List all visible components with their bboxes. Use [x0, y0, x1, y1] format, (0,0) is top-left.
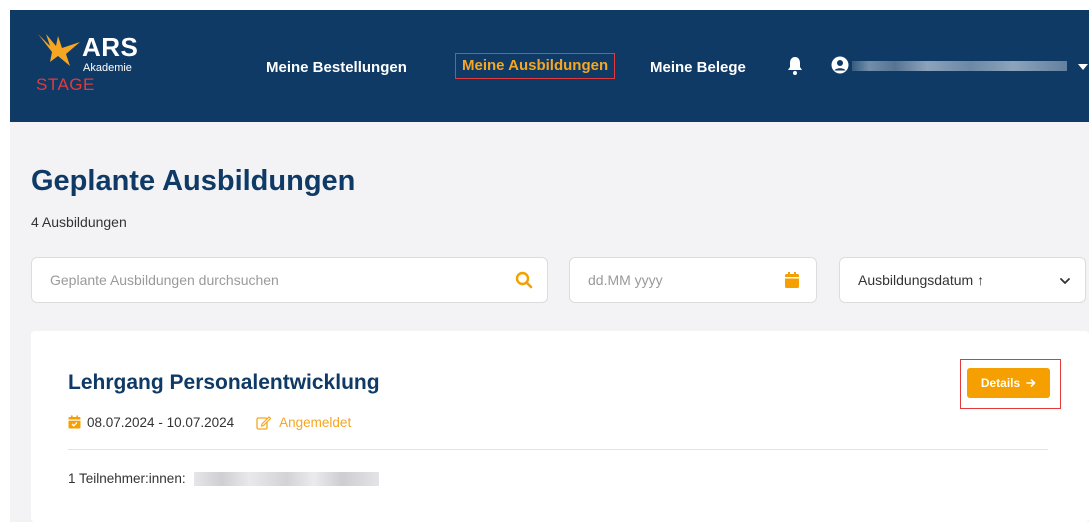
- course-title: Lehrgang Personalentwicklung: [68, 371, 380, 394]
- search-box: [31, 257, 548, 303]
- bell-icon[interactable]: [786, 56, 804, 76]
- main-content: Geplante Ausbildungen 4 Ausbildungen Gep…: [10, 122, 1089, 522]
- ars-logo[interactable]: ARS Akademie STAGE: [36, 32, 156, 102]
- course-card: Lehrgang Personalentwicklung Details 08.…: [31, 331, 1089, 522]
- date-filter: [569, 257, 817, 303]
- user-name-redacted[interactable]: [852, 61, 1067, 71]
- card-divider: [68, 449, 1048, 450]
- participants-label: 1 Teilnehmer:innen:: [68, 471, 186, 486]
- user-circle-icon[interactable]: [831, 56, 849, 74]
- page-title: Geplante Ausbildungen: [31, 165, 356, 197]
- search-input[interactable]: [50, 258, 510, 302]
- participants-row: 1 Teilnehmer:innen:: [68, 471, 379, 486]
- course-dates: 08.07.2024 - 10.07.2024: [87, 414, 235, 430]
- sort-select[interactable]: Ausbildungsdatum ↑: [839, 257, 1086, 303]
- eagle-logo-icon: [38, 34, 80, 66]
- logo-subtitle-text: Akademie: [83, 62, 132, 74]
- details-button-label: Details: [980, 376, 1021, 390]
- nav-meine-bestellungen[interactable]: Meine Bestellungen: [266, 55, 407, 81]
- status-badge: Angemeldet: [279, 414, 352, 430]
- date-input[interactable]: [588, 258, 778, 302]
- course-meta: 08.07.2024 - 10.07.2024 Angemeldet: [68, 412, 351, 432]
- environment-label: STAGE: [36, 75, 95, 94]
- calendar-icon[interactable]: [784, 271, 800, 289]
- arrow-right-icon: [1026, 379, 1036, 387]
- window-edge: [0, 0, 10, 522]
- details-button[interactable]: Details: [967, 368, 1050, 398]
- sort-select-value: Ausbildungsdatum ↑: [858, 272, 985, 288]
- app-window: ARS Akademie STAGE Meine Bestellungen Me…: [0, 0, 1089, 522]
- edit-icon: [256, 415, 272, 430]
- participants-redacted: [193, 471, 379, 486]
- nav-meine-belege[interactable]: Meine Belege: [650, 55, 746, 81]
- chevron-down-icon: [1059, 274, 1071, 286]
- calendar-check-icon: [68, 415, 81, 429]
- logo-brand-text: ARS: [82, 32, 139, 62]
- caret-down-icon[interactable]: [1078, 64, 1088, 70]
- search-icon[interactable]: [515, 271, 533, 289]
- results-count: 4 Ausbildungen: [31, 214, 127, 230]
- top-navigation-bar: ARS Akademie STAGE Meine Bestellungen Me…: [10, 10, 1089, 122]
- nav-meine-ausbildungen[interactable]: Meine Ausbildungen: [455, 53, 616, 79]
